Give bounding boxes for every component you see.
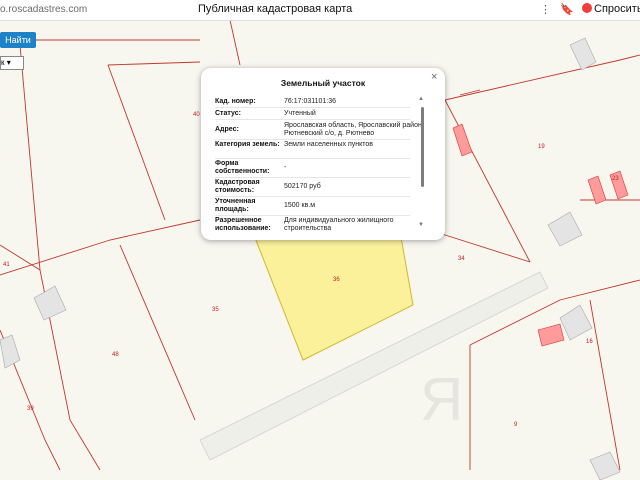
page-title: Публичная кадастровая карта <box>198 3 353 15</box>
scroll-down-icon[interactable]: ▼ <box>418 222 424 228</box>
scroll-up-icon[interactable]: ▲ <box>418 96 424 102</box>
info-row: Адрес: Ярославская область, Ярославский … <box>215 122 424 140</box>
plot-label: 23 <box>612 176 619 182</box>
plot-label: 39 <box>27 406 34 412</box>
info-row: Кад. номер: 76:17:031101:36 <box>215 98 410 108</box>
info-key: Статус: <box>215 110 241 117</box>
search-type-select[interactable]: к ▾ <box>0 56 24 70</box>
plot-label: 40 <box>193 112 200 118</box>
info-value: Для индивидуального жилищного строительс… <box>284 217 394 232</box>
scroll-thumb[interactable] <box>421 107 424 187</box>
plot-label: 34 <box>458 256 465 262</box>
info-row: Уточненная площадь: 1500 кв.м <box>215 198 410 216</box>
info-row: Форма собственности: - <box>215 160 410 178</box>
info-row: Категория земель: Земли населенных пункт… <box>215 141 410 159</box>
close-icon[interactable]: × <box>431 71 437 83</box>
info-value: - <box>284 164 287 171</box>
ask-button[interactable]: Спросить <box>582 3 640 15</box>
plot-label: 19 <box>538 144 545 150</box>
popup-title: Земельный участок <box>280 78 366 88</box>
info-value: Учтенный <box>284 110 316 117</box>
info-value: 502170 руб <box>284 183 321 190</box>
chevron-down-icon: ▾ <box>6 58 11 67</box>
more-icon[interactable]: ⋮ <box>540 3 551 17</box>
info-key: Уточненная площадь: <box>215 198 256 213</box>
plot-label: 41 <box>3 262 10 268</box>
select-value: к <box>1 58 5 67</box>
info-key: Адрес: <box>215 126 239 133</box>
find-button[interactable]: Найти <box>0 32 36 48</box>
info-key: Форма собственности: <box>215 160 270 175</box>
plot-label: 36 <box>333 277 340 283</box>
popup-scrollbar[interactable] <box>419 103 425 225</box>
parcel-info-popup: Земельный участок × Кад. номер: 76:17:03… <box>201 68 445 240</box>
info-value: Ярославская область, Ярославский район, … <box>284 122 424 137</box>
plot-label: 35 <box>212 307 219 313</box>
info-key: Кад. номер: <box>215 98 256 105</box>
plot-label: 16 <box>586 339 593 345</box>
info-row: Кадастровая стоимость: 502170 руб <box>215 179 410 197</box>
bookmark-icon[interactable]: 🔖 <box>560 3 574 17</box>
info-value: 1500 кв.м <box>284 202 316 209</box>
browser-bar: o.roscadastres.com Публичная кадастровая… <box>0 0 640 21</box>
info-value: 76:17:031101:36 <box>284 98 337 105</box>
plot-label: 48 <box>112 352 119 358</box>
alice-icon <box>582 3 592 13</box>
info-key: Кадастровая стоимость: <box>215 179 260 194</box>
info-key: Категория земель: <box>215 141 280 148</box>
info-row: Статус: Учтенный <box>215 110 410 120</box>
map-watermark: Я <box>420 366 463 433</box>
url-text[interactable]: o.roscadastres.com <box>0 4 87 15</box>
info-value: Земли населенных пунктов <box>284 141 374 148</box>
info-row: Разрешенное использование: Для индивидуа… <box>215 217 410 234</box>
info-key: Разрешенное использование: <box>215 217 271 232</box>
ask-label: Спросить <box>594 3 640 15</box>
